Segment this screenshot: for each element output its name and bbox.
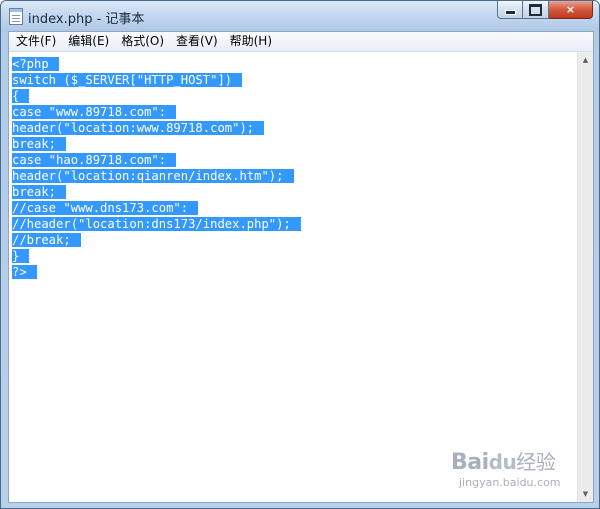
title-bar[interactable]: index.php - 记事本 × xyxy=(1,1,599,31)
text-editor[interactable]: <?php switch ($_SERVER["HTTP_HOST"]){case… xyxy=(9,52,577,502)
code-line: switch ($_SERVER["HTTP_HOST"]) xyxy=(12,72,301,88)
watermark-url: jingyan.baidu.com xyxy=(459,476,561,489)
minimize-button[interactable] xyxy=(497,1,523,19)
code-line: { xyxy=(12,88,301,104)
menu-view[interactable]: 查看(V) xyxy=(170,32,224,51)
code-line: break; xyxy=(12,184,301,200)
close-icon: × xyxy=(565,3,576,16)
watermark-logo: Baidu经验 xyxy=(451,450,556,475)
notepad-window: index.php - 记事本 × 文件(F) 编辑(E) 格式(O) 查看(V… xyxy=(0,0,600,509)
code-line: header("location:qianren/index.htm"); xyxy=(12,168,301,184)
paw-icon: du xyxy=(488,450,517,474)
maximize-button[interactable] xyxy=(523,1,549,19)
code-line: break; xyxy=(12,136,301,152)
code-content: <?php switch ($_SERVER["HTTP_HOST"]){case… xyxy=(12,56,301,280)
menu-file[interactable]: 文件(F) xyxy=(9,32,62,51)
scroll-up-arrow-icon[interactable]: ▲ xyxy=(578,52,593,68)
code-line: case "hao.89718.com": xyxy=(12,152,301,168)
code-line: //header("location:dns173/index.php"); xyxy=(12,216,301,232)
code-line: <?php xyxy=(12,56,301,72)
code-line: //break; xyxy=(12,232,301,248)
close-button[interactable]: × xyxy=(549,1,593,19)
client-area: 文件(F) 编辑(E) 格式(O) 查看(V) 帮助(H) <?php switc… xyxy=(8,31,594,503)
vertical-scrollbar[interactable]: ▲ ▼ xyxy=(577,52,593,502)
baidu-jingyan-watermark: Baidu经验 jingyan.baidu.com xyxy=(451,446,581,496)
menu-help[interactable]: 帮助(H) xyxy=(224,32,278,51)
code-line: case "www.89718.com": xyxy=(12,104,301,120)
minimize-icon xyxy=(504,10,516,15)
menu-bar: 文件(F) 编辑(E) 格式(O) 查看(V) 帮助(H) xyxy=(9,32,593,52)
caption-buttons: × xyxy=(497,1,593,20)
menu-edit[interactable]: 编辑(E) xyxy=(62,32,115,51)
code-line: ?> xyxy=(12,264,301,280)
menu-format[interactable]: 格式(O) xyxy=(115,32,170,51)
code-line: //case "www.dns173.com": xyxy=(12,200,301,216)
notepad-icon xyxy=(9,8,23,25)
window-title: index.php - 记事本 xyxy=(28,12,145,27)
code-line: } xyxy=(12,248,301,264)
code-line: header("location:www.89718.com"); xyxy=(12,120,301,136)
maximize-icon xyxy=(529,3,542,16)
